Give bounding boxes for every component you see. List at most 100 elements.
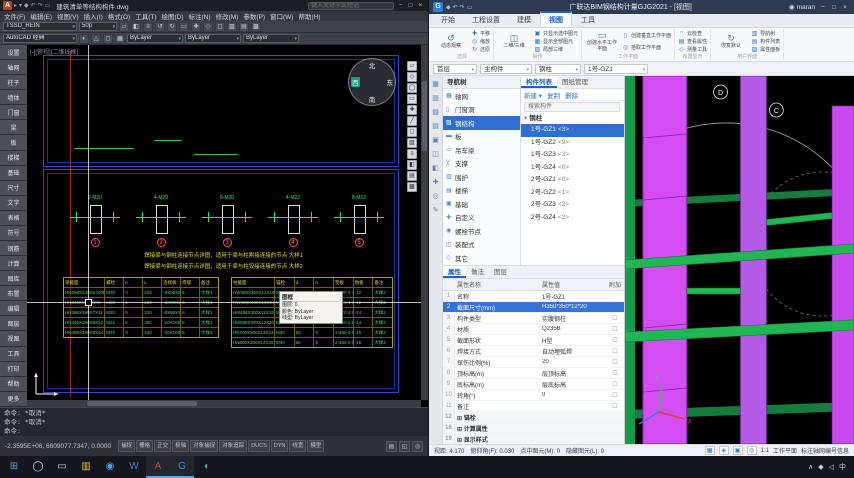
- taskbar-autocad-icon[interactable]: A: [146, 456, 170, 478]
- palette-item[interactable]: 梁: [0, 120, 27, 136]
- property-value[interactable]: 层底标高: [542, 380, 606, 389]
- property-row[interactable]: 19 ⊞ 显示样式: [443, 434, 624, 444]
- ribbon-button[interactable]: ▣ 只显示选中图元: [534, 29, 578, 37]
- canvas-toolbar-icon[interactable]: ▤: [407, 171, 417, 181]
- toolbar-icon[interactable]: ▤: [239, 21, 249, 32]
- list-item[interactable]: 1号-GZ3 <3>: [521, 149, 624, 162]
- ribbon-button[interactable]: ◇ 测量工具: [678, 46, 707, 54]
- canvas-toolbar-icon[interactable]: ▩: [407, 182, 417, 192]
- properties-tab[interactable]: 做法: [466, 266, 489, 278]
- palette-item[interactable]: 楼梯: [0, 150, 27, 166]
- palette-item[interactable]: 计算: [0, 256, 27, 272]
- menu-item[interactable]: 标注(N): [189, 11, 211, 21]
- ribbon-button[interactable]: ▦ 显示全部图元: [534, 37, 578, 45]
- status-toggle[interactable]: 捕捉: [118, 440, 136, 452]
- taskbar-start-icon[interactable]: ⊞: [2, 456, 26, 478]
- property-value[interactable]: 实腹钢柱: [542, 314, 606, 323]
- ribbon-tab[interactable]: 开始: [433, 13, 463, 27]
- context-combo[interactable]: 1号-GZ1: [584, 63, 648, 74]
- property-row[interactable]: 1 名称 1号-GZ1: [443, 291, 624, 302]
- palette-item[interactable]: 板: [0, 135, 27, 151]
- module-icon[interactable]: ▣: [430, 135, 441, 146]
- window-control-icon[interactable]: □: [829, 4, 839, 11]
- status-toggle[interactable]: 对象捕捉: [190, 440, 219, 452]
- property-row[interactable]: 3 构件类型 实腹钢柱 ☐: [443, 313, 624, 324]
- nav-item[interactable]: ▣ 基础: [443, 197, 520, 211]
- nav-item[interactable]: ▭ 吊车梁: [443, 143, 520, 157]
- 3d-scene[interactable]: D C X Y: [625, 76, 854, 444]
- property-value[interactable]: Q235B: [542, 326, 606, 332]
- menu-item[interactable]: 修改(M): [216, 11, 239, 21]
- properties-tab[interactable]: 图层: [489, 266, 512, 278]
- property-row[interactable]: 7 探伤比例(%) 20 ☐: [443, 357, 624, 368]
- palette-item[interactable]: 工具: [0, 346, 27, 362]
- menu-item[interactable]: 插入(I): [84, 11, 103, 21]
- color-combo[interactable]: ByLayer: [127, 34, 183, 43]
- layer-tool-icon[interactable]: ◐: [79, 33, 89, 44]
- toolbar-icon[interactable]: ◻: [215, 21, 225, 32]
- palette-item[interactable]: 打印: [0, 361, 27, 377]
- property-attach-checkbox[interactable]: ☐: [606, 370, 624, 377]
- menu-item[interactable]: 视图(V): [57, 11, 79, 21]
- property-attach-checkbox[interactable]: ☐: [606, 337, 624, 344]
- component-tab[interactable]: 图纸管理: [557, 76, 593, 88]
- toolbar-icon[interactable]: ▭: [179, 21, 189, 32]
- palette-item[interactable]: 文字: [0, 195, 27, 211]
- compass-north-label[interactable]: 北: [369, 60, 376, 70]
- window-control-icon[interactable]: −: [818, 4, 828, 11]
- list-item[interactable]: 2号-GZ2 <1>: [521, 187, 624, 200]
- module-icon[interactable]: ◧: [430, 163, 441, 174]
- quick-access-icon[interactable]: ▭: [467, 4, 473, 11]
- property-row[interactable]: 12 ⊞ 锚栓: [443, 412, 624, 423]
- ribbon-button[interactable]: ↻ 还原: [471, 46, 490, 54]
- toolbar-icon[interactable]: ▱: [119, 21, 129, 32]
- nav-item[interactable]: ◉ 螺栓节点: [443, 224, 520, 238]
- property-attach-checkbox[interactable]: ☐: [606, 326, 624, 333]
- nav-item[interactable]: ▥ 围护: [443, 170, 520, 184]
- status-toggle-icon[interactable]: ▣: [732, 446, 743, 455]
- compass-south-label[interactable]: 南: [369, 94, 376, 104]
- palette-item[interactable]: 布置: [0, 286, 27, 302]
- property-value[interactable]: 层顶标高: [542, 369, 606, 378]
- lineweight-combo[interactable]: ByLayer: [243, 34, 299, 43]
- ribbon-button[interactable]: ◎ 拾取工作平面: [622, 44, 671, 52]
- taskbar-edge-browser-icon[interactable]: ◉: [98, 456, 122, 478]
- toolbar-icon[interactable]: ≡: [143, 21, 153, 32]
- list-item[interactable]: 2号-GZ3 <2>: [521, 199, 624, 212]
- taskbar-word-icon[interactable]: W: [122, 456, 146, 478]
- property-value[interactable]: 1号-GZ1: [542, 292, 606, 301]
- menu-item[interactable]: 参数(P): [243, 11, 265, 21]
- palette-item[interactable]: 图库: [0, 271, 27, 287]
- status-icon[interactable]: ◎: [412, 440, 423, 452]
- status-toggle[interactable]: DYN: [270, 440, 289, 452]
- status-toggle[interactable]: 正交: [154, 440, 172, 452]
- taskbar-task-view-icon[interactable]: ▭: [50, 456, 74, 478]
- palette-item[interactable]: 帮助: [0, 376, 27, 392]
- property-attach-checkbox[interactable]: ☐: [606, 348, 624, 355]
- component-group[interactable]: ▾ 钢柱: [521, 113, 624, 124]
- ribbon-tab[interactable]: 视图: [540, 11, 572, 27]
- linetype-combo[interactable]: ByLayer: [185, 34, 241, 43]
- tray-expand-icon[interactable]: ∧: [808, 463, 813, 471]
- 3d-viewport[interactable]: D C X Y: [625, 76, 854, 444]
- status-toggle-icon[interactable]: ◈: [718, 446, 729, 455]
- ribbon-tab[interactable]: 建模: [509, 13, 539, 27]
- property-row[interactable]: 9 底标高(m) 层底标高 ☐: [443, 379, 624, 390]
- property-attach-checkbox[interactable]: ☐: [606, 359, 624, 366]
- taskbar-wechat-icon[interactable]: ◖: [194, 456, 218, 478]
- status-icon[interactable]: ◱: [399, 440, 410, 452]
- canvas-toolbar-icon[interactable]: ▱: [407, 61, 417, 71]
- canvas-toolbar-icon[interactable]: ✚: [407, 105, 417, 115]
- ribbon-button[interactable]: ▭ 创建水平工作平面: [585, 29, 619, 54]
- list-item[interactable]: 2号-GZ1 <0>: [521, 174, 624, 187]
- text-style-combo[interactable]: TSSD_REIN: [3, 22, 77, 31]
- palette-item[interactable]: 视图: [0, 331, 27, 347]
- ribbon-button[interactable]: ▧ 局部三维: [534, 46, 578, 54]
- status-toggle-icon[interactable]: ▦: [704, 446, 715, 455]
- bim-logo-icon[interactable]: G: [433, 2, 443, 12]
- list-item[interactable]: 1号-GZ4 <0>: [521, 162, 624, 175]
- component-action-button[interactable]: 复制: [547, 90, 560, 100]
- property-row[interactable]: 4 材质 Q235B ☐: [443, 324, 624, 335]
- palette-item[interactable]: 钢筋: [0, 241, 27, 257]
- ribbon-button[interactable]: ▧ 属性面板: [751, 46, 780, 54]
